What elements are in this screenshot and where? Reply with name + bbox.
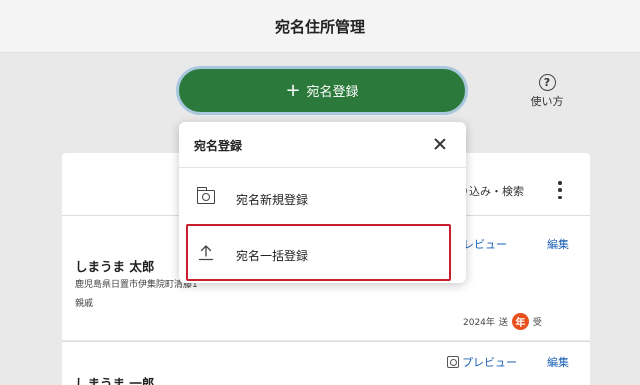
new-year-badge: 年 xyxy=(511,313,529,330)
menu-item-label: 宛名新規登録 xyxy=(236,193,309,207)
help-label: 使い方 xyxy=(530,95,564,108)
filter-search-link[interactable]: り込み・検索 xyxy=(458,183,524,199)
more-options-icon[interactable] xyxy=(556,181,564,199)
plus-icon: + xyxy=(285,79,301,101)
preview-label: プレビュー xyxy=(462,356,517,369)
entry-name: しまうま 一郎 xyxy=(75,376,155,385)
new-address-register-item[interactable]: 宛名新規登録 xyxy=(179,172,466,226)
preview-link[interactable]: プレビュー xyxy=(447,354,517,370)
preview-icon xyxy=(447,356,459,368)
entry-name: しまうま 太郎 xyxy=(75,259,155,274)
dropdown-header: 宛名登録 xyxy=(179,122,466,168)
page-header: 宛名住所管理 xyxy=(0,0,640,53)
help-button[interactable]: ? 使い方 xyxy=(522,74,572,114)
folder-person-icon xyxy=(196,187,215,204)
highlight-box xyxy=(186,224,451,281)
dropdown-title: 宛名登録 xyxy=(194,139,243,153)
card-status: 2024年 送 年 受 xyxy=(463,313,542,330)
edit-link[interactable]: 編集 xyxy=(547,354,569,370)
edit-link[interactable]: 編集 xyxy=(547,236,569,252)
status-received: 受 xyxy=(532,318,542,328)
page-title: 宛名住所管理 xyxy=(274,17,365,36)
status-sent: 送 xyxy=(498,318,508,328)
register-address-button[interactable]: + 宛名登録 xyxy=(176,66,468,115)
help-icon: ? xyxy=(538,74,556,91)
register-address-label: 宛名登録 xyxy=(306,85,359,100)
status-year: 2024年 xyxy=(463,318,495,328)
close-icon[interactable] xyxy=(431,135,449,153)
entry-relation: 親戚 xyxy=(75,299,94,309)
